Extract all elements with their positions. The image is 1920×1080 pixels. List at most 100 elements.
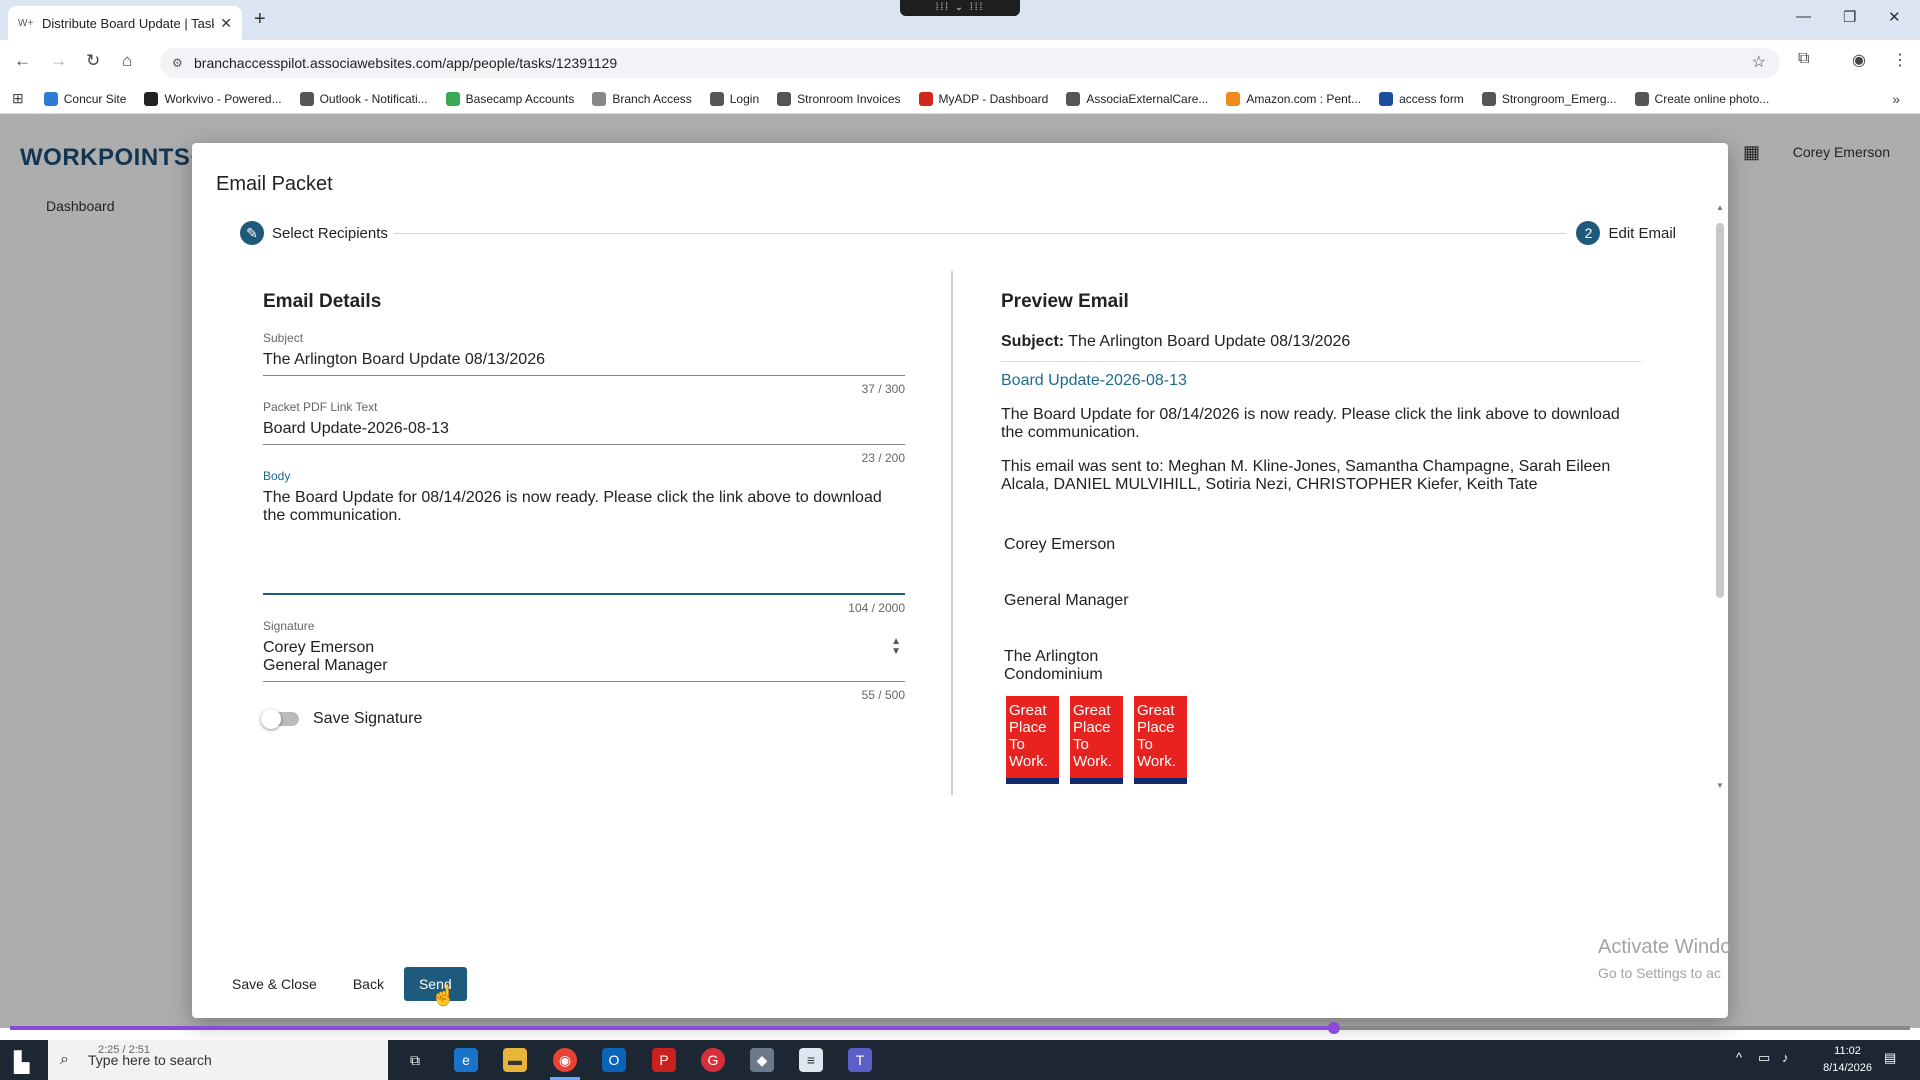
bookmark-label: Stronroom Invoices: [797, 91, 901, 106]
back-icon[interactable]: ←: [14, 51, 31, 71]
back-button[interactable]: Back: [341, 967, 396, 1001]
app-grey-icon[interactable]: ◆: [750, 1048, 774, 1072]
bookmark-item[interactable]: Basecamp Accounts: [445, 91, 575, 106]
bookmark-label: Workvivo - Powered...: [164, 91, 282, 106]
body-field: Body The Board Update for 08/14/2026 is …: [263, 469, 905, 615]
restore-icon[interactable]: ❐: [1843, 8, 1856, 26]
teams-icon[interactable]: T: [848, 1048, 872, 1072]
panel-divider: [951, 271, 953, 795]
windows-start-icon[interactable]: ▙: [14, 1050, 29, 1075]
dialog-footer: Save & Close Back Send: [220, 967, 467, 1001]
bookmark-label: Branch Access: [612, 91, 692, 106]
bookmark-item[interactable]: Stronroom Invoices: [777, 91, 901, 106]
bookmark-label: Concur Site: [63, 91, 127, 106]
notifications-icon[interactable]: ▤: [1884, 1050, 1896, 1066]
tray-chevron-icon[interactable]: ^: [1736, 1050, 1742, 1065]
bookmark-label: Login: [729, 91, 760, 106]
signature-scroll-icon[interactable]: ▲ ▼: [891, 637, 901, 657]
activate-windows-watermark: Activate Windo Go to Settings to ac: [1598, 936, 1731, 981]
stepper: ✎ Select Recipients 2 Edit Email: [240, 221, 1676, 247]
step-select-recipients[interactable]: ✎ Select Recipients: [240, 221, 394, 245]
pencil-icon: ✎: [240, 221, 264, 245]
preview-packet-link[interactable]: Board Update-2026-08-13: [1001, 372, 1641, 390]
bookmark-favicon-icon: [144, 91, 159, 106]
close-window-icon[interactable]: ✕: [1888, 8, 1901, 26]
task-view-icon[interactable]: ⧉: [403, 1048, 427, 1072]
scroll-down-icon[interactable]: ▼: [1716, 781, 1724, 790]
bookmark-item[interactable]: Amazon.com : Pent...: [1226, 91, 1361, 106]
gptw-badge: Great Place To Work.: [1134, 696, 1187, 784]
cast-icon[interactable]: ⧉: [1798, 50, 1809, 68]
bookmark-item[interactable]: Branch Access: [592, 91, 692, 106]
save-signature-row: Save Signature: [261, 709, 905, 729]
new-tab-icon[interactable]: +: [254, 8, 266, 31]
subject-counter: 37 / 300: [861, 382, 905, 396]
file-explorer-icon[interactable]: ▬: [503, 1048, 527, 1072]
notepad-icon[interactable]: ≡: [799, 1048, 823, 1072]
apps-grid-icon[interactable]: ⊞: [12, 90, 24, 107]
step-edit-email[interactable]: 2 Edit Email: [1570, 221, 1676, 245]
home-icon[interactable]: ⌂: [122, 51, 132, 71]
pdf-icon[interactable]: P: [652, 1048, 676, 1072]
toggle-knob: [261, 709, 281, 729]
network-icon[interactable]: ▭: [1758, 1050, 1770, 1066]
bookmark-item[interactable]: Create online photo...: [1634, 91, 1769, 106]
search-icon: ⌕: [60, 1051, 69, 1068]
forward-icon[interactable]: →: [50, 51, 67, 71]
step-label: Edit Email: [1608, 224, 1676, 242]
bookmark-item[interactable]: Strongroom_Emerg...: [1481, 91, 1617, 106]
chrome-icon[interactable]: ◉: [553, 1048, 577, 1072]
video-progress-handle[interactable]: [1328, 1022, 1341, 1034]
scroll-thumb[interactable]: [1716, 223, 1724, 598]
close-tab-icon[interactable]: ✕: [220, 15, 232, 32]
dialog-scrollbar[interactable]: ▲ ▼: [1716, 203, 1724, 793]
dialog-title: Email Packet: [216, 173, 333, 195]
bookmark-item[interactable]: AssociaExternalCare...: [1066, 91, 1208, 106]
app-red-icon[interactable]: G: [701, 1048, 725, 1072]
browser-tab[interactable]: W+ Distribute Board Update | Task ✕: [8, 6, 242, 40]
outlook-icon[interactable]: O: [602, 1048, 626, 1072]
bookmark-item[interactable]: Outlook - Notificati...: [299, 91, 428, 106]
taskbar-clock[interactable]: 11:02 8/14/2026: [1823, 1043, 1872, 1077]
video-progress-bar[interactable]: [10, 1022, 1910, 1034]
volume-icon[interactable]: ♪: [1782, 1050, 1789, 1065]
bookmarks-bar: ⊞ Concur Site Workvivo - Powered... Outloo…: [0, 84, 1920, 114]
bookmark-favicon-icon: [777, 91, 792, 106]
mouse-pointer-icon: ☝: [431, 985, 456, 1007]
reload-icon[interactable]: ↻: [86, 51, 100, 71]
address-bar-row: ← → ↻ ⌂ ⚙ branchaccesspilot.associawebsi…: [0, 40, 1920, 84]
signature-textarea[interactable]: Corey Emerson General Manager: [263, 633, 905, 682]
preview-subject: Subject: The Arlington Board Update 08/1…: [1001, 333, 1641, 362]
preview-signature: Corey Emerson General Manager The Arling…: [1004, 536, 1641, 684]
clock-date: 8/14/2026: [1823, 1062, 1872, 1074]
remote-toolbar-handle[interactable]: ⁞⁞⁞ ⌄ ⁞⁞⁞: [900, 0, 1020, 16]
save-signature-toggle[interactable]: [261, 709, 299, 729]
site-settings-icon[interactable]: ⚙: [172, 48, 183, 78]
badge-text: Work.: [1137, 753, 1176, 770]
bookmark-item[interactable]: Login: [709, 91, 760, 106]
bookmark-star-icon[interactable]: ☆: [1752, 48, 1766, 78]
profile-icon[interactable]: ◉: [1852, 50, 1866, 70]
bookmark-label: Strongroom_Emerg...: [1501, 91, 1617, 106]
bookmark-item[interactable]: Concur Site: [43, 91, 127, 106]
save-close-button[interactable]: Save & Close: [220, 967, 329, 1001]
body-textarea[interactable]: The Board Update for 08/14/2026 is now r…: [263, 483, 905, 595]
minimize-icon[interactable]: —: [1796, 8, 1811, 25]
subject-input[interactable]: The Arlington Board Update 08/13/2026: [263, 345, 905, 376]
bookmark-item[interactable]: MyADP - Dashboard: [918, 91, 1048, 106]
signature-counter: 55 / 500: [861, 688, 905, 702]
preview-sig-org-line-1: The Arlington: [1004, 648, 1099, 665]
bookmark-item[interactable]: access form: [1379, 91, 1464, 106]
bookmark-label: Basecamp Accounts: [465, 91, 575, 106]
scroll-up-icon[interactable]: ▲: [1716, 203, 1724, 212]
menu-icon[interactable]: ⋮: [1892, 50, 1908, 70]
more-bookmarks-icon[interactable]: »: [1892, 91, 1900, 107]
preview-sig-org: The Arlington Condominium: [1004, 648, 1641, 684]
bookmark-item[interactable]: Workvivo - Powered...: [144, 91, 282, 106]
preview-sent-to: This email was sent to: Meghan M. Kline-…: [1001, 458, 1611, 493]
url-input[interactable]: ⚙ branchaccesspilot.associawebsites.com/…: [160, 48, 1780, 78]
edge-icon[interactable]: e: [454, 1048, 478, 1072]
pdf-link-input[interactable]: Board Update-2026-08-13: [263, 414, 905, 445]
preview-email-panel: Preview Email Subject: The Arlington Boa…: [1001, 291, 1641, 784]
pdf-link-counter: 23 / 200: [861, 451, 905, 465]
